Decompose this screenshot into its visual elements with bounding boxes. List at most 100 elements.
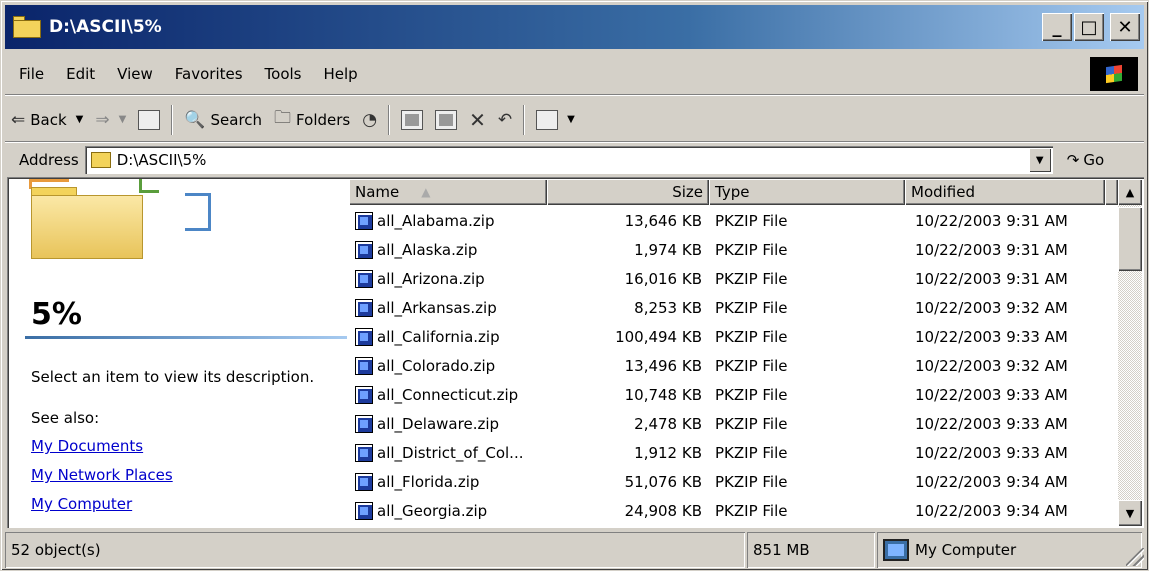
file-row[interactable]: all_Florida.zip 51,076 KB PKZIP File 10/22/… (347, 468, 1118, 496)
resize-grip[interactable] (1126, 548, 1144, 566)
file-row[interactable]: all_Georgia.zip 24,908 KB PKZIP File 10/22/… (347, 497, 1118, 525)
menu-tools[interactable]: Tools (265, 65, 302, 83)
close-button[interactable]: ✕ (1110, 13, 1140, 41)
file-row[interactable]: all_Arkansas.zip 8,253 KB PKZIP File 10/22/… (347, 294, 1118, 322)
file-row[interactable]: all_Alabama.zip 13,646 KB PKZIP File 10/22/… (347, 207, 1118, 235)
title-bar[interactable]: D:\ASCII\5% _ □ ✕ (5, 5, 1144, 49)
file-modified: 10/22/2003 9:33 AM (915, 415, 1068, 433)
views-button[interactable]: ▼ (530, 103, 581, 137)
large-folder-icon (19, 179, 249, 269)
status-object-count: 52 object(s) (5, 532, 745, 568)
file-name[interactable]: all_Arizona.zip (377, 270, 485, 288)
file-row[interactable]: all_California.zip 100,494 KB PKZIP File 10… (347, 323, 1118, 351)
menu-favorites[interactable]: Favorites (175, 65, 243, 83)
file-size: 10,748 KB (624, 386, 702, 404)
copy-to-button[interactable] (429, 103, 463, 137)
search-icon: 🔍 (184, 109, 206, 130)
file-name[interactable]: all_Georgia.zip (377, 502, 487, 520)
menu-bar: File Edit View Favorites Tools Help (5, 53, 1144, 95)
forward-button[interactable]: ⇒ ▼ (89, 103, 132, 137)
link-my-network-places[interactable]: My Network Places (31, 466, 173, 484)
file-row[interactable]: all_Connecticut.zip 10,748 KB PKZIP File 10… (347, 381, 1118, 409)
undo-icon: ↶ (497, 109, 513, 130)
file-type: PKZIP File (715, 415, 788, 433)
file-row[interactable]: all_Colorado.zip 13,496 KB PKZIP File 10/22… (347, 352, 1118, 380)
scroll-up-button[interactable]: ▲ (1118, 179, 1142, 205)
file-size: 24,908 KB (624, 502, 702, 520)
zip-file-icon (355, 328, 373, 346)
zip-file-icon (355, 357, 373, 375)
undo-button[interactable]: ↶ (492, 103, 518, 137)
file-type: PKZIP File (715, 386, 788, 404)
file-name[interactable]: all_California.zip (377, 328, 500, 346)
file-name[interactable]: all_Delaware.zip (377, 415, 499, 433)
back-dropdown-icon[interactable]: ▼ (76, 114, 84, 125)
column-header-size[interactable]: Size (547, 179, 709, 205)
file-modified: 10/22/2003 9:33 AM (915, 386, 1068, 404)
views-dropdown-icon[interactable]: ▼ (567, 114, 575, 125)
column-header-type[interactable]: Type (709, 179, 905, 205)
file-row[interactable]: all_Alaska.zip 1,974 KB PKZIP File 10/22/20… (347, 236, 1118, 264)
address-label: Address (19, 151, 79, 169)
menu-help[interactable]: Help (324, 65, 358, 83)
toolbar: ⇐ Back ▼ ⇒ ▼ 🔍 Search 🗀 Folders ◔ ✕ ↶ ▼ (5, 98, 1144, 142)
file-row[interactable]: all_Arizona.zip 16,016 KB PKZIP File 10/22/… (347, 265, 1118, 293)
file-row[interactable]: all_District_of_Col... 1,912 KB PKZIP File… (347, 439, 1118, 467)
move-to-button[interactable] (395, 103, 429, 137)
link-my-documents[interactable]: My Documents (31, 437, 143, 455)
column-type-label: Type (715, 183, 750, 201)
file-name[interactable]: all_Arkansas.zip (377, 299, 497, 317)
up-folder-button[interactable] (132, 103, 166, 137)
forward-dropdown-icon[interactable]: ▼ (119, 114, 127, 125)
search-label: Search (210, 110, 263, 129)
column-header-modified[interactable]: Modified (905, 179, 1105, 205)
file-modified: 10/22/2003 9:34 AM (915, 502, 1068, 520)
zip-file-icon (355, 502, 373, 520)
menu-edit[interactable]: Edit (66, 65, 95, 83)
file-name[interactable]: all_Florida.zip (377, 473, 479, 491)
folders-icon: 🗀 (274, 108, 292, 128)
back-button[interactable]: ⇐ Back ▼ (5, 103, 89, 137)
status-size: 851 MB (747, 532, 875, 568)
task-pane: 5% Select an item to view its descriptio… (9, 179, 347, 526)
file-size: 2,478 KB (634, 415, 702, 433)
go-button[interactable]: ↷ Go (1067, 151, 1104, 169)
file-modified: 10/22/2003 9:31 AM (915, 212, 1068, 230)
file-modified: 10/22/2003 9:33 AM (915, 444, 1068, 462)
file-type: PKZIP File (715, 357, 788, 375)
file-name[interactable]: all_Alaska.zip (377, 241, 477, 259)
delete-button[interactable]: ✕ (463, 103, 492, 137)
link-my-computer[interactable]: My Computer (31, 495, 132, 513)
zip-file-icon (355, 270, 373, 288)
file-name[interactable]: all_Alabama.zip (377, 212, 495, 230)
address-field[interactable]: D:\ASCII\5% ▼ (84, 146, 1053, 174)
search-button[interactable]: 🔍 Search (178, 103, 268, 137)
status-bar: 52 object(s) 851 MB My Computer (5, 532, 1146, 568)
zip-file-icon (355, 415, 373, 433)
file-name[interactable]: all_Colorado.zip (377, 357, 495, 375)
up-folder-icon (138, 109, 161, 130)
folder-icon (13, 16, 43, 38)
scroll-down-button[interactable]: ▼ (1118, 500, 1142, 526)
file-name[interactable]: all_Connecticut.zip (377, 386, 518, 404)
file-name[interactable]: all_District_of_Col... (377, 444, 523, 462)
file-modified: 10/22/2003 9:32 AM (915, 357, 1068, 375)
file-size: 16,016 KB (624, 270, 702, 288)
toolbar-separator (171, 104, 174, 135)
file-modified: 10/22/2003 9:31 AM (915, 270, 1068, 288)
menu-view[interactable]: View (117, 65, 153, 83)
menu-file[interactable]: File (19, 65, 44, 83)
address-bar: Address D:\ASCII\5% ▼ ↷ Go (5, 144, 1144, 176)
vertical-scrollbar[interactable]: ▲ ▼ (1118, 179, 1142, 526)
scroll-thumb[interactable] (1118, 207, 1142, 271)
address-dropdown-button[interactable]: ▼ (1028, 148, 1051, 172)
minimize-button[interactable]: _ (1042, 13, 1072, 41)
history-button[interactable]: ◔ (356, 103, 383, 137)
pane-divider (25, 336, 347, 339)
file-row[interactable]: all_Delaware.zip 2,478 KB PKZIP File 10/22/… (347, 410, 1118, 438)
folders-button[interactable]: 🗀 Folders (268, 103, 356, 137)
column-header-name[interactable]: Name ▲ (349, 179, 547, 205)
maximize-button[interactable]: □ (1074, 13, 1104, 41)
address-value[interactable]: D:\ASCII\5% (117, 151, 1029, 169)
file-size: 8,253 KB (634, 299, 702, 317)
